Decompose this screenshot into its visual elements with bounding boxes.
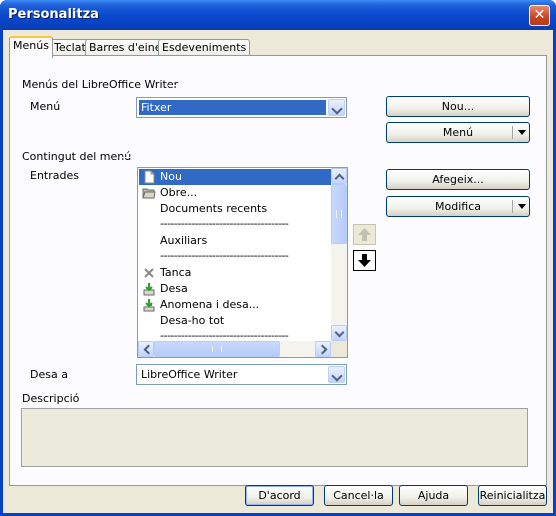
reset-button[interactable]: Reinicialitza [478, 485, 547, 506]
chevron-down-icon[interactable] [328, 366, 345, 383]
list-separator[interactable]: ------------------------------------- [139, 217, 331, 233]
save-as-icon [142, 298, 156, 312]
list-item[interactable]: Auxiliars [139, 233, 331, 249]
move-up-button[interactable] [353, 224, 376, 245]
list-separator[interactable]: ------------------------------------- [139, 249, 331, 265]
arrow-up-icon [358, 228, 371, 241]
list-item[interactable]: Documents recents [139, 201, 331, 217]
list-item[interactable]: Nou [139, 169, 331, 185]
menu-select-value: Fitxer [138, 99, 327, 116]
new-menu-button[interactable]: Nou... [386, 96, 530, 117]
scroll-down-button[interactable] [331, 325, 347, 341]
add-entry-button[interactable]: Afegeix... [386, 169, 530, 190]
close-x-icon [142, 266, 156, 280]
dropdown-arrow-icon [512, 126, 529, 139]
entries-label: Entrades [30, 169, 79, 182]
scroll-right-button[interactable] [315, 341, 331, 357]
cancel-button[interactable]: Cancel·la [324, 485, 393, 506]
save-icon [142, 282, 156, 296]
vertical-scroll-thumb[interactable] [331, 184, 347, 244]
help-button[interactable]: Ajuda [399, 485, 468, 506]
customize-dialog: Personalitza ✕ Menús Teclat Barres d'ein… [0, 0, 556, 516]
vertical-scrollbar[interactable] [331, 168, 347, 341]
list-item-label: Anomena i desa... [160, 298, 260, 311]
menu-label: Menú [30, 100, 61, 113]
modify-entry-button[interactable]: Modifica [386, 196, 530, 217]
list-item[interactable]: Obre... [139, 185, 331, 201]
description-label: Descripció [22, 392, 80, 405]
open-folder-icon [142, 186, 156, 200]
menus-section-heading: Menús del LibreOffice Writer [22, 78, 179, 91]
save-in-select[interactable]: LibreOffice Writer [136, 364, 347, 385]
close-icon: ✕ [533, 7, 546, 23]
list-item-label: Documents recents [160, 202, 268, 215]
list-item-label: Tanca [160, 266, 192, 279]
list-item-label: Desa-ho tot [160, 314, 225, 327]
new-document-icon [142, 170, 156, 184]
close-button[interactable]: ✕ [529, 5, 550, 26]
list-item[interactable]: Desa [139, 281, 331, 297]
scroll-left-button[interactable] [138, 341, 154, 357]
save-in-label: Desa a [30, 368, 68, 381]
menu-entries: Nou Obre... Documents recents -------------… [139, 169, 331, 345]
list-item[interactable]: Anomena i desa... [139, 297, 331, 313]
menu-actions-button[interactable]: Menú [386, 122, 530, 143]
ok-button[interactable]: D'acord [245, 485, 314, 506]
title-bar[interactable]: Personalitza ✕ [0, 0, 556, 30]
scrollbar-corner [331, 341, 347, 357]
list-item-label: Auxiliars [160, 234, 208, 247]
save-in-value: LibreOffice Writer [141, 368, 238, 381]
list-item-label: Nou [160, 170, 182, 183]
tab-menus[interactable]: Menús [9, 36, 53, 58]
content-section-heading: Contingut del menú [22, 150, 132, 163]
menu-select[interactable]: Fitxer [136, 97, 347, 118]
content-section-divider [122, 157, 534, 158]
window-title: Personalitza [8, 7, 99, 22]
dialog-body: Menús Teclat Barres d'eines Esdeveniment… [3, 30, 553, 513]
list-item[interactable]: Desa-ho tot [139, 313, 331, 329]
scroll-up-button[interactable] [331, 168, 347, 184]
list-item[interactable]: Tanca [139, 265, 331, 281]
chevron-down-icon[interactable] [328, 99, 345, 116]
horizontal-scrollbar[interactable] [138, 341, 331, 357]
move-down-button[interactable] [353, 250, 376, 271]
list-item-label: Obre... [160, 186, 198, 199]
description-box [21, 408, 528, 467]
list-item-label: Desa [160, 282, 188, 295]
horizontal-scroll-thumb[interactable] [154, 341, 280, 357]
menu-entries-list[interactable]: Nou Obre... Documents recents -------------… [137, 167, 348, 358]
dropdown-arrow-icon [512, 200, 529, 213]
menus-section-divider [168, 85, 534, 86]
arrow-down-icon [358, 254, 371, 267]
